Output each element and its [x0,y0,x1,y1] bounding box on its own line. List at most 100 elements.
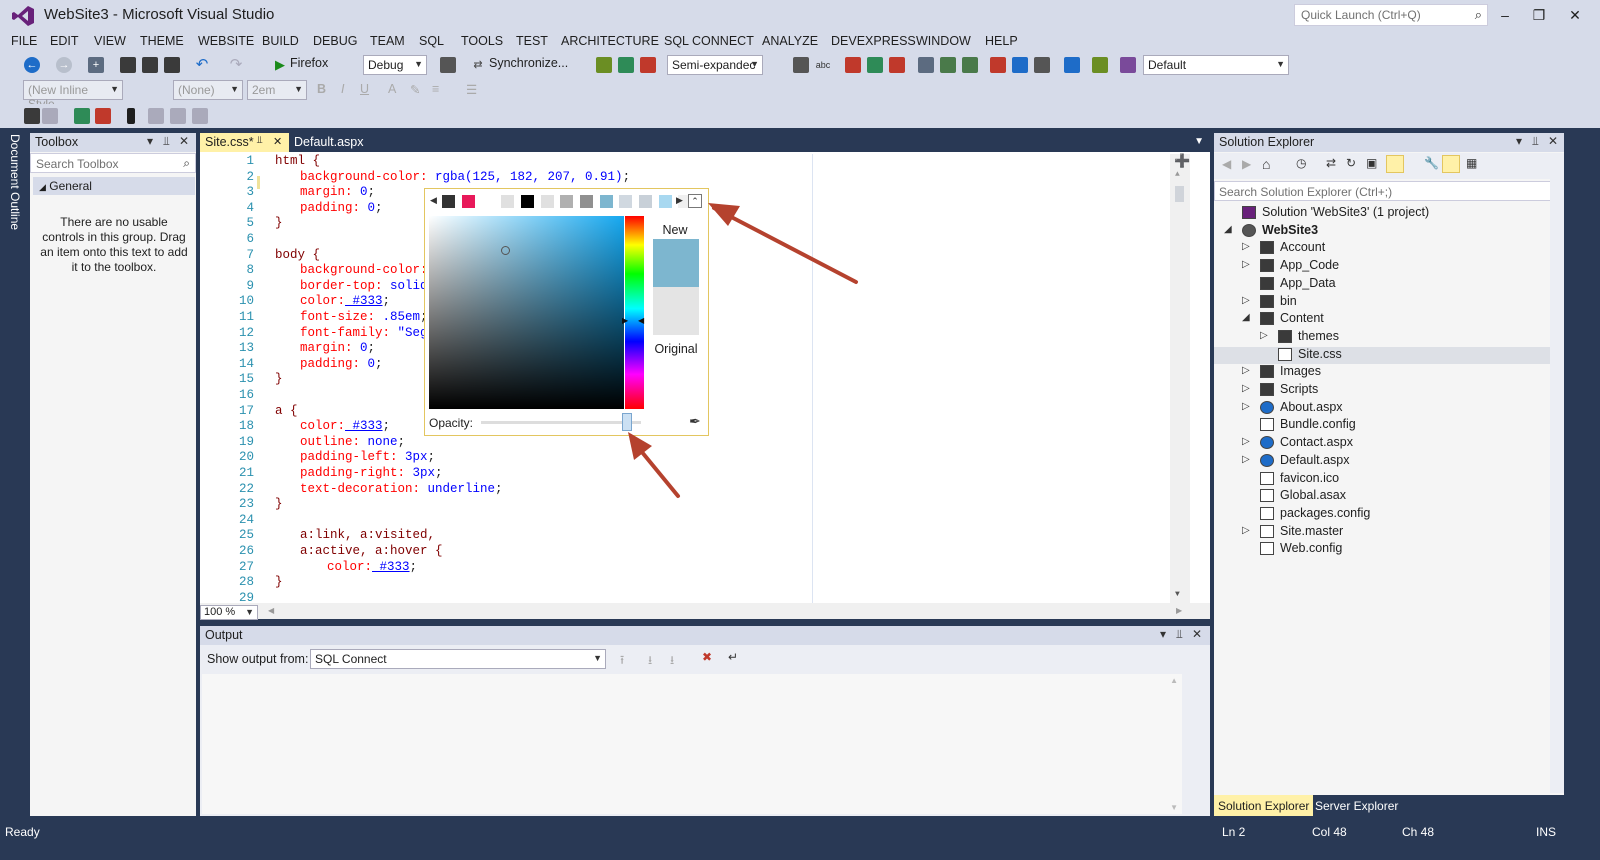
expand-icon[interactable]: ▷ [1242,259,1250,270]
breakpoint-icon[interactable] [845,57,861,73]
close-window-button[interactable]: ✕ [1560,4,1590,26]
tab-default-aspx[interactable]: Default.aspx [289,133,368,152]
menu-debug[interactable]: DEBUG [313,34,357,48]
sync-icon[interactable]: ⇄ [1326,156,1336,170]
collapse-icon[interactable]: ◢ [1224,224,1232,235]
preview-icon[interactable] [1442,155,1460,173]
close-icon[interactable]: ✕ [179,134,189,148]
outdent-block-icon[interactable] [95,108,111,124]
font-color-icon[interactable]: A [388,82,396,96]
toolbox-group-general[interactable]: ◢ General [33,177,195,195]
code-line[interactable]: padding: 0; [300,201,383,215]
horizontal-scrollbar[interactable]: ◀ ▶ [200,603,1210,619]
tree-item[interactable]: ▷ Site.master [1214,524,1550,541]
dropdown-icon[interactable]: ▾ [147,134,153,148]
indent-icon[interactable] [618,57,634,73]
find-icon[interactable] [1034,57,1050,73]
code-line[interactable]: a:active, a:hover { [300,544,443,558]
code-line[interactable]: padding-left: 3px; [300,450,435,464]
pin-icon[interactable]: ⫫ [257,135,263,146]
code-line[interactable]: padding: 0; [300,357,383,371]
menu-edit[interactable]: EDIT [50,34,78,48]
code-line[interactable]: } [275,372,283,386]
color-swatch[interactable] [461,195,475,208]
menu-build[interactable]: BUILD [262,34,299,48]
bookmark-toggle-icon[interactable] [127,108,135,124]
scroll-up-icon[interactable]: ▲ [1175,170,1180,179]
menu-sql[interactable]: SQL [419,34,444,48]
spellcheck-icon[interactable]: abc [815,57,831,73]
list-icon[interactable] [918,57,934,73]
window-layout-combo[interactable]: Default ▼ [1143,55,1289,75]
tree-item[interactable]: ▷ themes [1214,329,1550,346]
output-source-combo[interactable]: SQL Connect ▼ [310,649,606,669]
hue-slider[interactable]: ▶ ◀ [622,216,644,409]
code-line[interactable]: color: #333; [300,294,390,308]
swatch-next-icon[interactable]: ▶ [676,195,683,206]
zoom-combo[interactable]: 100 % ▼ [200,605,258,620]
code-line[interactable]: a { [275,404,298,418]
outdent-icon[interactable] [640,57,656,73]
find-message-icon[interactable]: ⭳ [670,651,674,672]
menu-architecture[interactable]: ARCHITECTURE [561,34,659,48]
vertical-scrollbar[interactable]: ➕ ▲ ▼ [1170,154,1190,603]
tree-item[interactable]: Web.config [1214,541,1550,558]
back-icon[interactable]: ← [24,57,40,73]
menu-tools[interactable]: TOOLS [461,34,503,48]
color-swatch[interactable] [540,195,554,208]
menu-sql-connect[interactable]: SQL CONNECT [664,34,754,48]
color-swatch[interactable] [619,195,633,208]
close-icon[interactable]: ✕ [1548,134,1558,148]
tree-item[interactable]: ▷ Account [1214,240,1550,257]
tab-server-explorer[interactable]: Server Explorer [1311,795,1402,816]
expand-icon[interactable]: ▷ [1242,365,1250,376]
redo-icon[interactable]: ↷ [228,57,244,73]
run-target-label[interactable]: Firefox [290,56,328,70]
code-line[interactable]: font-size: .85em; [300,310,428,324]
menu-test[interactable]: TEST [516,34,548,48]
configuration-combo[interactable]: Debug ▼ [363,55,427,75]
italic-icon[interactable]: I [341,82,344,96]
quick-launch-input[interactable]: Quick Launch (Ctrl+Q) ⌕ [1294,4,1488,26]
tree-item[interactable]: App_Data [1214,276,1550,293]
code-line[interactable]: padding-right: 3px; [300,466,443,480]
clear-bookmarks-icon[interactable] [192,108,208,124]
close-tab-icon[interactable]: ✕ [273,135,282,148]
menu-team[interactable]: TEAM [370,34,405,48]
solution-search-input[interactable]: Search Solution Explorer (Ctrl+;) ⌕ [1214,181,1564,201]
layout-icon[interactable] [1120,57,1136,73]
undo-icon[interactable]: ↶ [194,57,210,73]
tree-item[interactable]: ▷ Contact.aspx [1214,435,1550,452]
tab-solution-explorer[interactable]: Solution Explorer [1214,795,1314,816]
code-line[interactable]: outline: none; [300,435,405,449]
code-line[interactable]: background-color: rgba(125, 182, 207, 0.… [300,170,630,184]
size-combo[interactable]: 2em ▼ [247,80,307,100]
code-line[interactable]: background-color: [300,263,428,277]
tree-item[interactable]: ▷ Images [1214,364,1550,381]
code-line[interactable]: font-family: "Sego [300,326,435,340]
menu-window[interactable]: WINDOW [916,34,971,48]
tag-icon[interactable] [24,108,40,124]
color-cursor[interactable] [501,246,510,255]
save-all-icon[interactable] [164,57,180,73]
format-icon[interactable] [793,57,809,73]
menu-view[interactable]: VIEW [94,34,126,48]
tab-dropdown-icon[interactable]: ▼ [1194,136,1204,147]
list-check-icon[interactable] [940,57,956,73]
bold-icon[interactable]: B [317,82,326,96]
scroll-up-icon[interactable]: ▲ [1170,676,1178,685]
dropdown-icon[interactable]: ▾ [1160,627,1166,641]
synchronize-label[interactable]: Synchronize... [489,56,568,70]
properties-icon[interactable]: 🔧 [1424,156,1439,170]
document-outline-tab[interactable]: Document Outline [0,130,28,816]
open-file-icon[interactable] [120,57,136,73]
expand-icon[interactable]: ▷ [1242,295,1250,306]
color-swatch[interactable] [481,195,495,208]
code-line[interactable]: margin: 0; [300,185,375,199]
solution-scrollbar[interactable] [1550,153,1564,793]
underline-icon[interactable]: U [360,82,369,96]
tree-item[interactable]: ▷ Scripts [1214,382,1550,399]
collapse-picker-icon[interactable]: ⌃ [688,194,702,208]
list-filter-icon[interactable] [962,57,978,73]
hue-thumb-left-icon[interactable]: ▶ [622,316,628,325]
